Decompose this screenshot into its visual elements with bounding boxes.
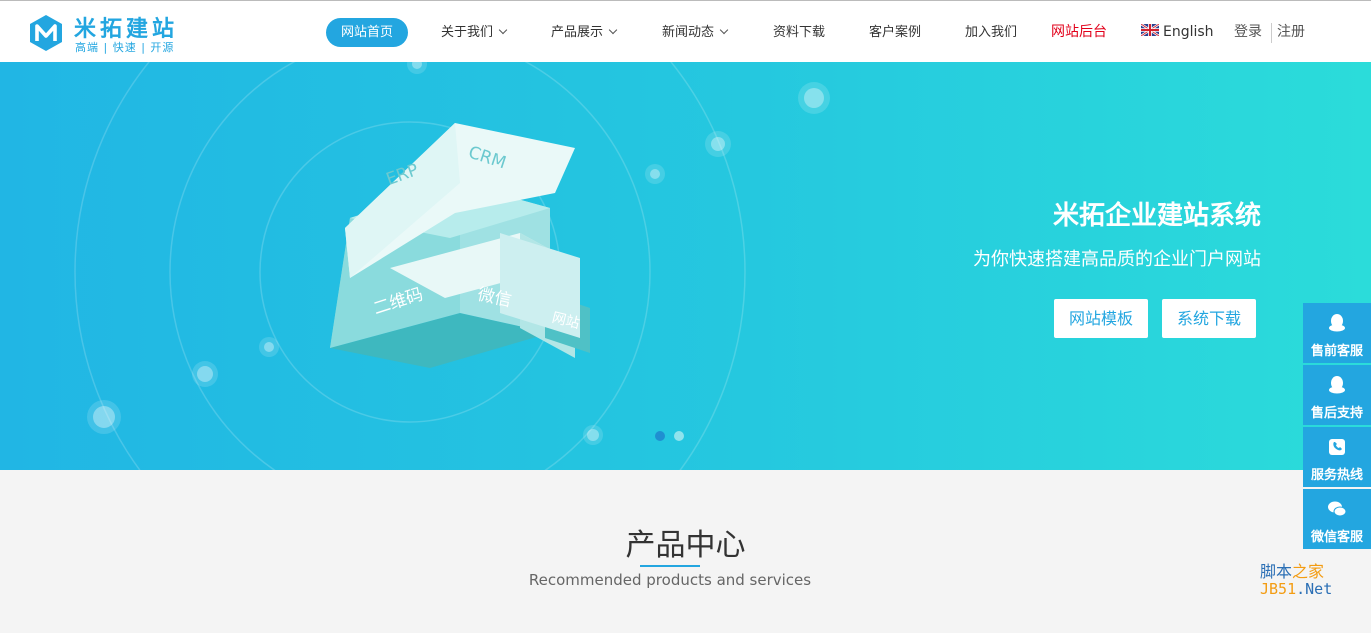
site-logo[interactable]: 米拓建站 高端 | 快速 | 开源 [28, 13, 188, 55]
chevron-down-icon [498, 25, 508, 35]
site-header: 米拓建站 高端 | 快速 | 开源 网站首页 关于我们 产品展示 新闻动态 资料… [0, 0, 1371, 62]
language-label: English [1163, 24, 1214, 40]
nav-cases[interactable]: 客户案例 [869, 18, 921, 47]
qq-icon [1329, 314, 1345, 332]
slide-dot[interactable] [674, 431, 684, 441]
uk-flag-icon [1141, 24, 1159, 36]
qq-icon [1329, 376, 1345, 394]
nav-join[interactable]: 加入我们 [965, 18, 1017, 47]
wechat-icon [1328, 501, 1347, 517]
register-link[interactable]: 注册 [1277, 18, 1305, 47]
download-button[interactable]: 系统下载 [1162, 299, 1256, 338]
watermark-domain-a: JB51 [1260, 580, 1297, 598]
aftersales-support-button[interactable]: 售后支持 [1303, 365, 1371, 425]
phone-icon [1329, 439, 1345, 455]
auth-divider [1271, 23, 1272, 43]
nav-admin-label: 网站后台 [1051, 24, 1107, 40]
login-link[interactable]: 登录 [1234, 18, 1262, 47]
nav-news-label: 新闻动态 [662, 25, 715, 40]
nav-admin[interactable]: 网站后台 [1051, 18, 1107, 47]
chevron-down-icon [719, 25, 729, 35]
templates-button[interactable]: 网站模板 [1054, 299, 1148, 338]
nav-about[interactable]: 关于我们 [441, 18, 508, 47]
presales-service-label: 售前客服 [1310, 344, 1363, 359]
slide-dot-active[interactable] [655, 431, 665, 441]
service-hotline-label: 服务热线 [1310, 468, 1363, 483]
wechat-service-button[interactable]: 微信客服 [1303, 489, 1371, 549]
watermark-domain-b: .Net [1296, 580, 1333, 598]
watermark-line1: 脚本之家 [1260, 558, 1324, 582]
watermark-brand-b: 之家 [1292, 562, 1325, 581]
watermark-brand-a: 脚本 [1260, 562, 1293, 581]
section-title: 产品中心 [625, 528, 746, 563]
nav-about-label: 关于我们 [441, 25, 494, 40]
nav-downloads[interactable]: 资料下载 [773, 18, 825, 47]
logo-slogan: 高端 | 快速 | 开源 [75, 41, 175, 54]
hero-banner: ERP CRM 二维码 微信 网站 米拓企业建站系统 为你快速搭建高品质的企业门… [0, 62, 1371, 470]
nav-join-label: 加入我们 [965, 25, 1018, 40]
service-hotline-button[interactable]: 服务热线 [1303, 427, 1371, 487]
nav-cases-label: 客户案例 [869, 25, 922, 40]
banner-title: 米拓企业建站系统 [1052, 201, 1261, 231]
banner-subtitle: 为你快速搭建高品质的企业门户网站 [973, 249, 1261, 270]
watermark-line2: JB51.Net [1260, 580, 1332, 598]
chevron-down-icon [608, 25, 618, 35]
nav-home-label: 网站首页 [341, 25, 394, 40]
nav-news[interactable]: 新闻动态 [662, 18, 729, 47]
section-title-underline [640, 565, 700, 567]
language-switch[interactable]: English [1141, 18, 1214, 47]
wechat-service-label: 微信客服 [1310, 530, 1363, 545]
section-subtitle: Recommended products and services [528, 571, 812, 589]
nav-products-label: 产品展示 [551, 25, 604, 40]
presales-service-button[interactable]: 售前客服 [1303, 303, 1371, 363]
nav-home[interactable]: 网站首页 [326, 18, 409, 47]
nav-downloads-label: 资料下载 [773, 25, 826, 40]
aftersales-support-label: 售后支持 [1310, 406, 1363, 421]
logo-hexagon-icon [30, 15, 62, 51]
nav-products[interactable]: 产品展示 [551, 18, 618, 47]
